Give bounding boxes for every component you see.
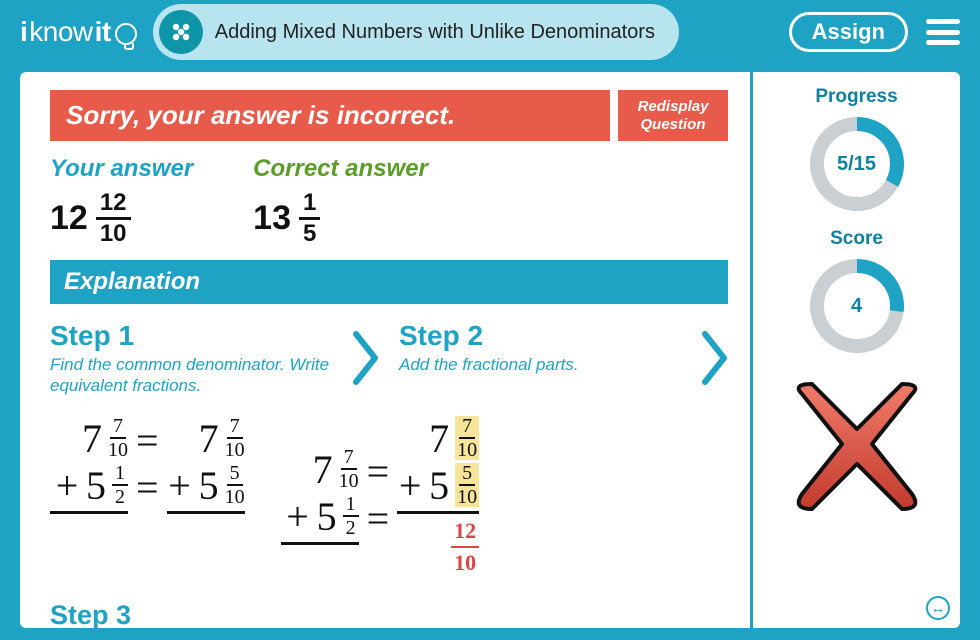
feedback-banner-row: Sorry, your answer is incorrect. Redispl… — [50, 90, 728, 141]
s2-r-bot-n: 5 — [459, 463, 475, 486]
s1-r-bot-d: 10 — [225, 486, 245, 507]
incorrect-banner: Sorry, your answer is incorrect. — [50, 90, 610, 141]
your-answer-col: Your answer 12 12 10 — [50, 155, 193, 246]
step2-desc: Add the fractional parts. — [399, 354, 682, 375]
s1-l-op: + — [54, 462, 80, 509]
lesson-title-pill: Adding Mixed Numbers with Unlike Denomin… — [153, 4, 679, 60]
correct-answer-col: Correct answer 13 1 5 — [253, 155, 428, 246]
s2-r-bot-d: 10 — [457, 486, 477, 507]
correct-num: 1 — [299, 191, 320, 220]
lesson-title: Adding Mixed Numbers with Unlike Denomin… — [215, 21, 655, 44]
progress-text: 5/15 — [807, 114, 907, 214]
content: Sorry, your answer is incorrect. Redispl… — [20, 72, 750, 628]
s1-l-bot-d: 2 — [115, 486, 125, 507]
redisplay-question-button[interactable]: Redisplay Question — [618, 90, 728, 141]
header: iknowit Adding Mixed Numbers with Unlike… — [0, 0, 980, 64]
step3-title: Step 3 — [50, 600, 728, 629]
rule — [167, 511, 245, 514]
step2-sum: 12 10 — [451, 518, 479, 576]
correct-fraction: 1 5 — [299, 191, 320, 246]
s2-r-top-d: 10 — [457, 439, 477, 460]
step2-title: Step 2 — [399, 320, 682, 352]
your-answer-value: 12 12 10 — [50, 191, 193, 246]
correct-answer-value: 13 1 5 — [253, 191, 428, 246]
your-fraction: 12 10 — [96, 191, 131, 246]
rule — [281, 542, 359, 545]
s2-r-top-n: 7 — [459, 416, 475, 439]
app-root: iknowit Adding Mixed Numbers with Unlike… — [0, 0, 980, 640]
eq: = — [128, 464, 167, 511]
rule — [50, 511, 128, 514]
menu-icon[interactable] — [926, 19, 960, 45]
s2-l-bot-w: 5 — [317, 493, 337, 540]
incorrect-x-icon — [777, 374, 937, 524]
s2-l-bot-n: 1 — [343, 494, 359, 517]
redisplay-line2: Question — [626, 116, 720, 133]
s1-l-bot-w: 5 — [86, 462, 106, 509]
expand-icon[interactable]: ↔ — [926, 596, 950, 620]
work-row: 7 710 + 5 12 == 7 — [50, 415, 728, 576]
s2-sum-n: 12 — [451, 518, 479, 548]
step2-head: Step 2 Add the fractional parts. — [399, 320, 682, 375]
logo[interactable]: iknowit — [20, 16, 137, 48]
s1-r-top-w: 7 — [199, 415, 219, 462]
s2-l-top-d: 10 — [339, 470, 359, 491]
eq: = — [359, 448, 398, 495]
your-answer-label: Your answer — [50, 155, 193, 183]
s1-r-bot-n: 5 — [227, 463, 243, 486]
progress-ring: 5/15 — [807, 114, 907, 214]
your-num: 12 — [96, 191, 131, 220]
s2-l-op: + — [285, 493, 311, 540]
chevron-right-icon — [353, 330, 379, 386]
correct-answer-label: Correct answer — [253, 155, 428, 183]
s1-l-bot-n: 1 — [112, 463, 128, 486]
step1-desc: Find the common denominator. Write equiv… — [50, 354, 333, 397]
s1-l-top-n: 7 — [110, 416, 126, 439]
explanation-bar: Explanation — [50, 260, 728, 304]
your-whole: 12 — [50, 199, 88, 238]
correct-den: 5 — [303, 220, 316, 246]
step1-head: Step 1 Find the common denominator. Writ… — [50, 320, 333, 397]
s1-r-top-d: 10 — [225, 439, 245, 460]
logo-know: know — [29, 16, 92, 48]
step2-work: 7 710 + 5 12 == 7 — [281, 415, 480, 576]
logo-it: it — [95, 16, 111, 48]
eq: = — [128, 417, 167, 464]
s1-r-top-n: 7 — [227, 416, 243, 439]
sidebar: Progress 5/15 Score 4 — [750, 72, 960, 628]
eq: = — [359, 495, 398, 542]
assign-button[interactable]: Assign — [789, 12, 908, 52]
bulb-icon — [115, 23, 137, 45]
s2-r-op: + — [397, 462, 423, 509]
s2-r-top-w: 7 — [429, 415, 449, 462]
s2-l-top-w: 7 — [313, 446, 333, 493]
s1-l-top-w: 7 — [82, 415, 102, 462]
s1-r-bot-w: 5 — [199, 462, 219, 509]
correct-whole: 13 — [253, 199, 291, 238]
level-badge-icon — [159, 10, 203, 54]
your-den: 10 — [100, 220, 127, 246]
s2-r-bot-w: 5 — [429, 462, 449, 509]
redisplay-line1: Redisplay — [626, 98, 720, 115]
logo-i: i — [20, 16, 27, 48]
steps-row: Step 1 Find the common denominator. Writ… — [50, 320, 728, 397]
step1-title: Step 1 — [50, 320, 333, 352]
s1-r-op: + — [167, 462, 193, 509]
stage: Sorry, your answer is incorrect. Redispl… — [20, 72, 960, 628]
score-text: 4 — [807, 256, 907, 356]
step1-work: 7 710 + 5 12 == 7 — [50, 415, 245, 514]
score-label: Score — [763, 228, 950, 250]
header-right: Assign — [789, 12, 960, 52]
score-ring: 4 — [807, 256, 907, 356]
progress-label: Progress — [763, 86, 950, 108]
chevron-right-icon — [702, 330, 728, 386]
rule — [397, 511, 479, 514]
s2-sum-d: 10 — [454, 548, 476, 576]
answers-row: Your answer 12 12 10 Correct answer 13 — [50, 155, 728, 246]
s2-l-top-n: 7 — [341, 447, 357, 470]
s2-l-bot-d: 2 — [346, 517, 356, 538]
s1-l-top-d: 10 — [108, 439, 128, 460]
